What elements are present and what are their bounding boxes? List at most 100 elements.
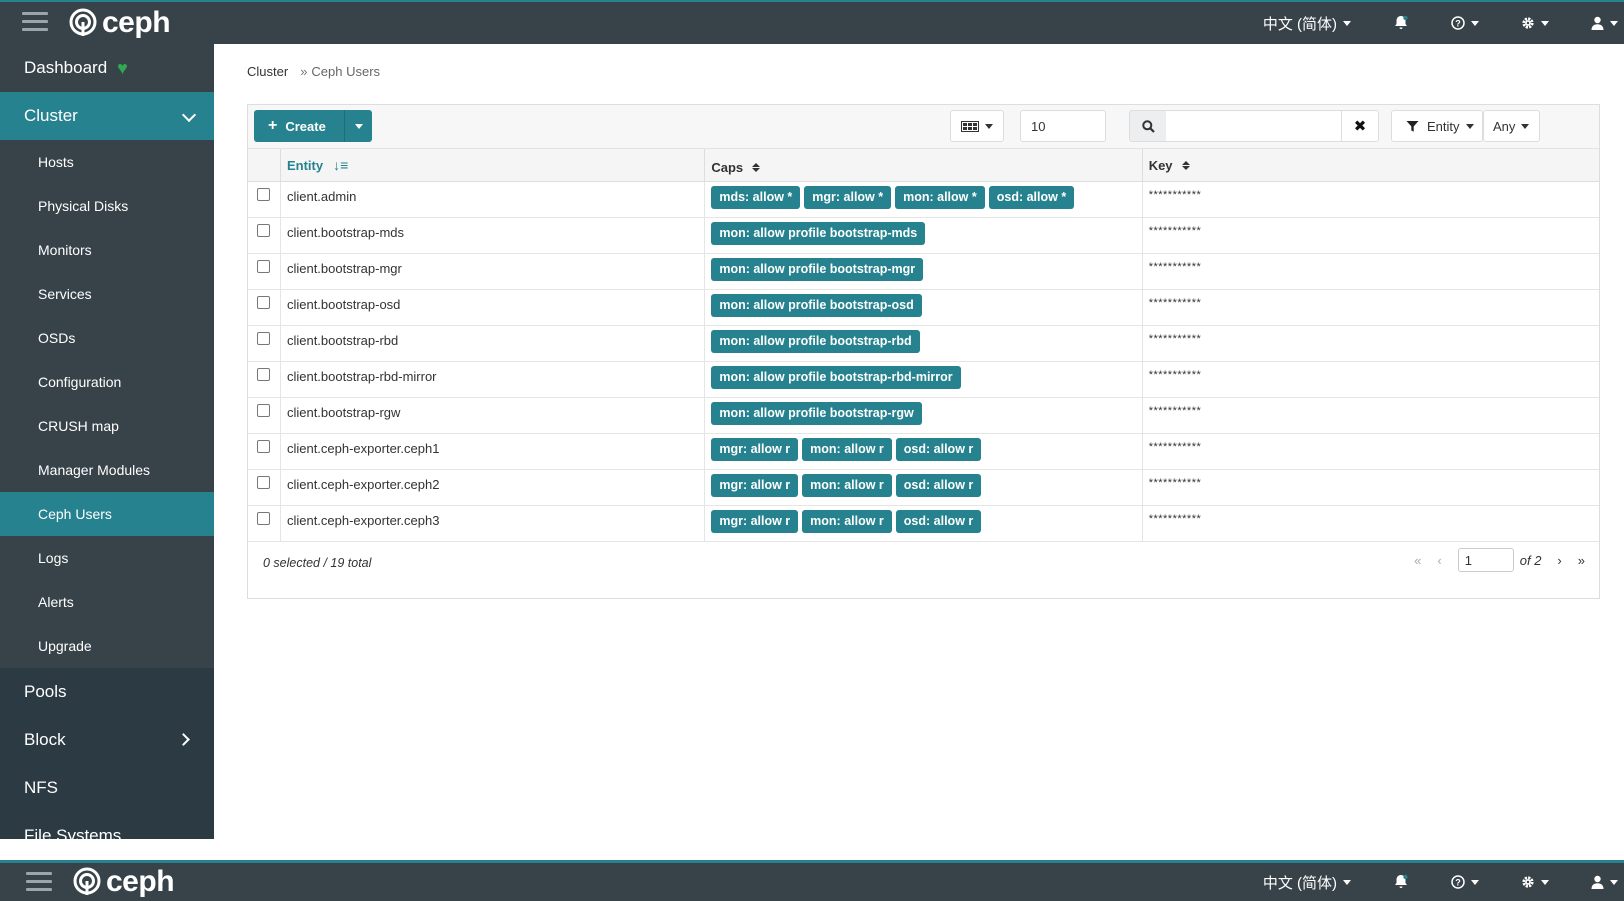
caps-cell: mgr: allow r mon: allow r osd: allow r — [705, 506, 1143, 541]
clear-search-button[interactable]: ✖ — [1341, 110, 1379, 142]
sidebar-item-services[interactable]: Services — [0, 272, 214, 316]
breadcrumb-cluster[interactable]: Cluster — [247, 64, 288, 79]
sidebar-item-file-systems[interactable]: File Systems — [0, 812, 214, 839]
table-row[interactable]: client.bootstrap-rgw mon: allow profile b… — [248, 398, 1599, 434]
row-checkbox[interactable] — [257, 224, 271, 237]
row-checkbox[interactable] — [257, 188, 271, 201]
menu-toggle-icon[interactable] — [26, 872, 52, 894]
row-checkbox[interactable] — [257, 404, 271, 417]
help-dropdown[interactable]: ? — [1451, 16, 1479, 30]
sidebar-item-pools[interactable]: Pools — [0, 668, 214, 716]
sidebar-item-hosts[interactable]: Hosts — [0, 140, 214, 184]
table-row[interactable]: client.ceph-exporter.ceph3 mgr: allow r mo… — [248, 506, 1599, 542]
user-dropdown[interactable] — [1591, 16, 1618, 30]
key-cell: *********** — [1143, 506, 1599, 541]
language-dropdown[interactable]: 中文 (简体) — [1263, 872, 1351, 893]
sidebar-item-label: Manager Modules — [38, 462, 151, 478]
key-masked: *********** — [1148, 513, 1202, 525]
cap-badge: mon: allow r — [802, 510, 892, 533]
chevron-down-icon — [1521, 123, 1530, 129]
sidebar-item-ceph-users[interactable]: Ceph Users — [0, 492, 214, 536]
sidebar-item-crush-map[interactable]: CRUSH map — [0, 404, 214, 448]
table-row[interactable]: client.ceph-exporter.ceph2 mgr: allow r mo… — [248, 470, 1599, 506]
sidebar-item-physical-disks[interactable]: Physical Disks — [0, 184, 214, 228]
row-select-cell — [248, 290, 281, 325]
settings-dropdown[interactable] — [1521, 875, 1549, 889]
menu-toggle-icon[interactable] — [22, 12, 48, 34]
settings-dropdown[interactable] — [1521, 16, 1549, 30]
sidebar-item-block[interactable]: Block — [0, 716, 214, 764]
sidebar-item-label: File Systems — [24, 826, 122, 839]
key-masked: *********** — [1148, 261, 1202, 273]
help-dropdown[interactable]: ? — [1451, 875, 1479, 889]
table-row[interactable]: client.bootstrap-rbd mon: allow profile b… — [248, 326, 1599, 362]
sidebar-item-monitors[interactable]: Monitors — [0, 228, 214, 272]
row-checkbox[interactable] — [257, 368, 271, 381]
entity-cell: client.ceph-exporter.ceph3 — [281, 506, 706, 541]
svg-text:?: ? — [1455, 19, 1461, 29]
caps-cell: mon: allow profile bootstrap-mgr — [705, 254, 1143, 289]
entity-name: client.bootstrap-mds — [286, 225, 405, 240]
top-navbar-duplicate: ceph 中文 (简体) ? — [0, 860, 1624, 901]
filter-value-dropdown[interactable]: Any — [1483, 110, 1540, 142]
notifications-button[interactable] — [1393, 874, 1409, 890]
entity-cell: client.ceph-exporter.ceph2 — [281, 470, 706, 505]
language-dropdown[interactable]: 中文 (简体) — [1263, 13, 1351, 34]
row-checkbox[interactable] — [257, 260, 271, 273]
entity-name: client.admin — [286, 189, 357, 204]
row-checkbox[interactable] — [257, 476, 271, 489]
table-row[interactable]: client.bootstrap-osd mon: allow profile b… — [248, 290, 1599, 326]
table-row[interactable]: client.ceph-exporter.ceph1 mgr: allow r mo… — [248, 434, 1599, 470]
row-checkbox[interactable] — [257, 512, 271, 525]
table-row[interactable]: client.bootstrap-rbd-mirror mon: allow pr… — [248, 362, 1599, 398]
column-toggle-button[interactable] — [950, 110, 1004, 142]
sidebar-item-upgrade[interactable]: Upgrade — [0, 624, 214, 668]
user-icon — [1591, 16, 1604, 30]
row-checkbox[interactable] — [257, 332, 271, 345]
cluster-submenu: Hosts Physical Disks Monitors Services O… — [0, 140, 214, 668]
key-masked: *********** — [1148, 225, 1202, 237]
create-button[interactable]: + Create — [254, 110, 372, 142]
last-page-icon[interactable]: » — [1578, 553, 1585, 568]
entity-cell: client.admin — [281, 182, 706, 217]
user-dropdown[interactable] — [1591, 875, 1618, 889]
entity-cell: client.bootstrap-mds — [281, 218, 706, 253]
next-page-icon[interactable]: › — [1557, 553, 1561, 568]
row-select-cell — [248, 326, 281, 361]
sidebar-item-logs[interactable]: Logs — [0, 536, 214, 580]
caps-column-header[interactable]: Caps — [705, 149, 1143, 181]
create-dropdown-toggle[interactable] — [344, 110, 372, 142]
filter-column-dropdown[interactable]: Entity — [1391, 110, 1483, 142]
search-input[interactable] — [1166, 110, 1342, 142]
sidebar-item-manager-modules[interactable]: Manager Modules — [0, 448, 214, 492]
sidebar-item-cluster[interactable]: Cluster — [0, 92, 214, 140]
table-row[interactable]: client.bootstrap-mds mon: allow profile b… — [248, 218, 1599, 254]
sidebar-item-osds[interactable]: OSDs — [0, 316, 214, 360]
first-page-icon[interactable]: « — [1414, 553, 1421, 568]
row-select-cell — [248, 254, 281, 289]
chevron-down-icon — [985, 123, 993, 129]
page-size-input[interactable]: 10 — [1020, 110, 1106, 142]
sidebar-item-dashboard[interactable]: Dashboard ♥ — [0, 44, 214, 92]
table-footer: 0 selected / 19 total « ‹ 1 of 2 › » — [248, 542, 1599, 583]
notifications-button[interactable] — [1393, 15, 1409, 31]
key-masked: *********** — [1148, 297, 1202, 309]
help-icon: ? — [1451, 875, 1465, 889]
key-column-header[interactable]: Key — [1143, 149, 1599, 181]
prev-page-icon[interactable]: ‹ — [1437, 553, 1441, 568]
row-checkbox[interactable] — [257, 440, 271, 453]
sidebar-item-nfs[interactable]: NFS — [0, 764, 214, 812]
ceph-logo[interactable]: ceph — [72, 865, 175, 899]
row-checkbox[interactable] — [257, 296, 271, 309]
page-number-input[interactable]: 1 — [1457, 548, 1514, 572]
table-row[interactable]: client.admin mds: allow * mgr: allow * mon:… — [248, 182, 1599, 218]
table-row[interactable]: client.bootstrap-mgr mon: allow profile b… — [248, 254, 1599, 290]
filter-value-label: Any — [1493, 118, 1516, 134]
sidebar-item-configuration[interactable]: Configuration — [0, 360, 214, 404]
pagination: « ‹ 1 of 2 › » — [1414, 548, 1585, 572]
ceph-logo[interactable]: ceph — [68, 6, 171, 40]
chevron-down-icon — [181, 107, 197, 123]
sidebar-item-label: Logs — [38, 550, 69, 566]
sidebar-item-alerts[interactable]: Alerts — [0, 580, 214, 624]
entity-column-header[interactable]: Entity ↓≡ — [281, 149, 706, 181]
